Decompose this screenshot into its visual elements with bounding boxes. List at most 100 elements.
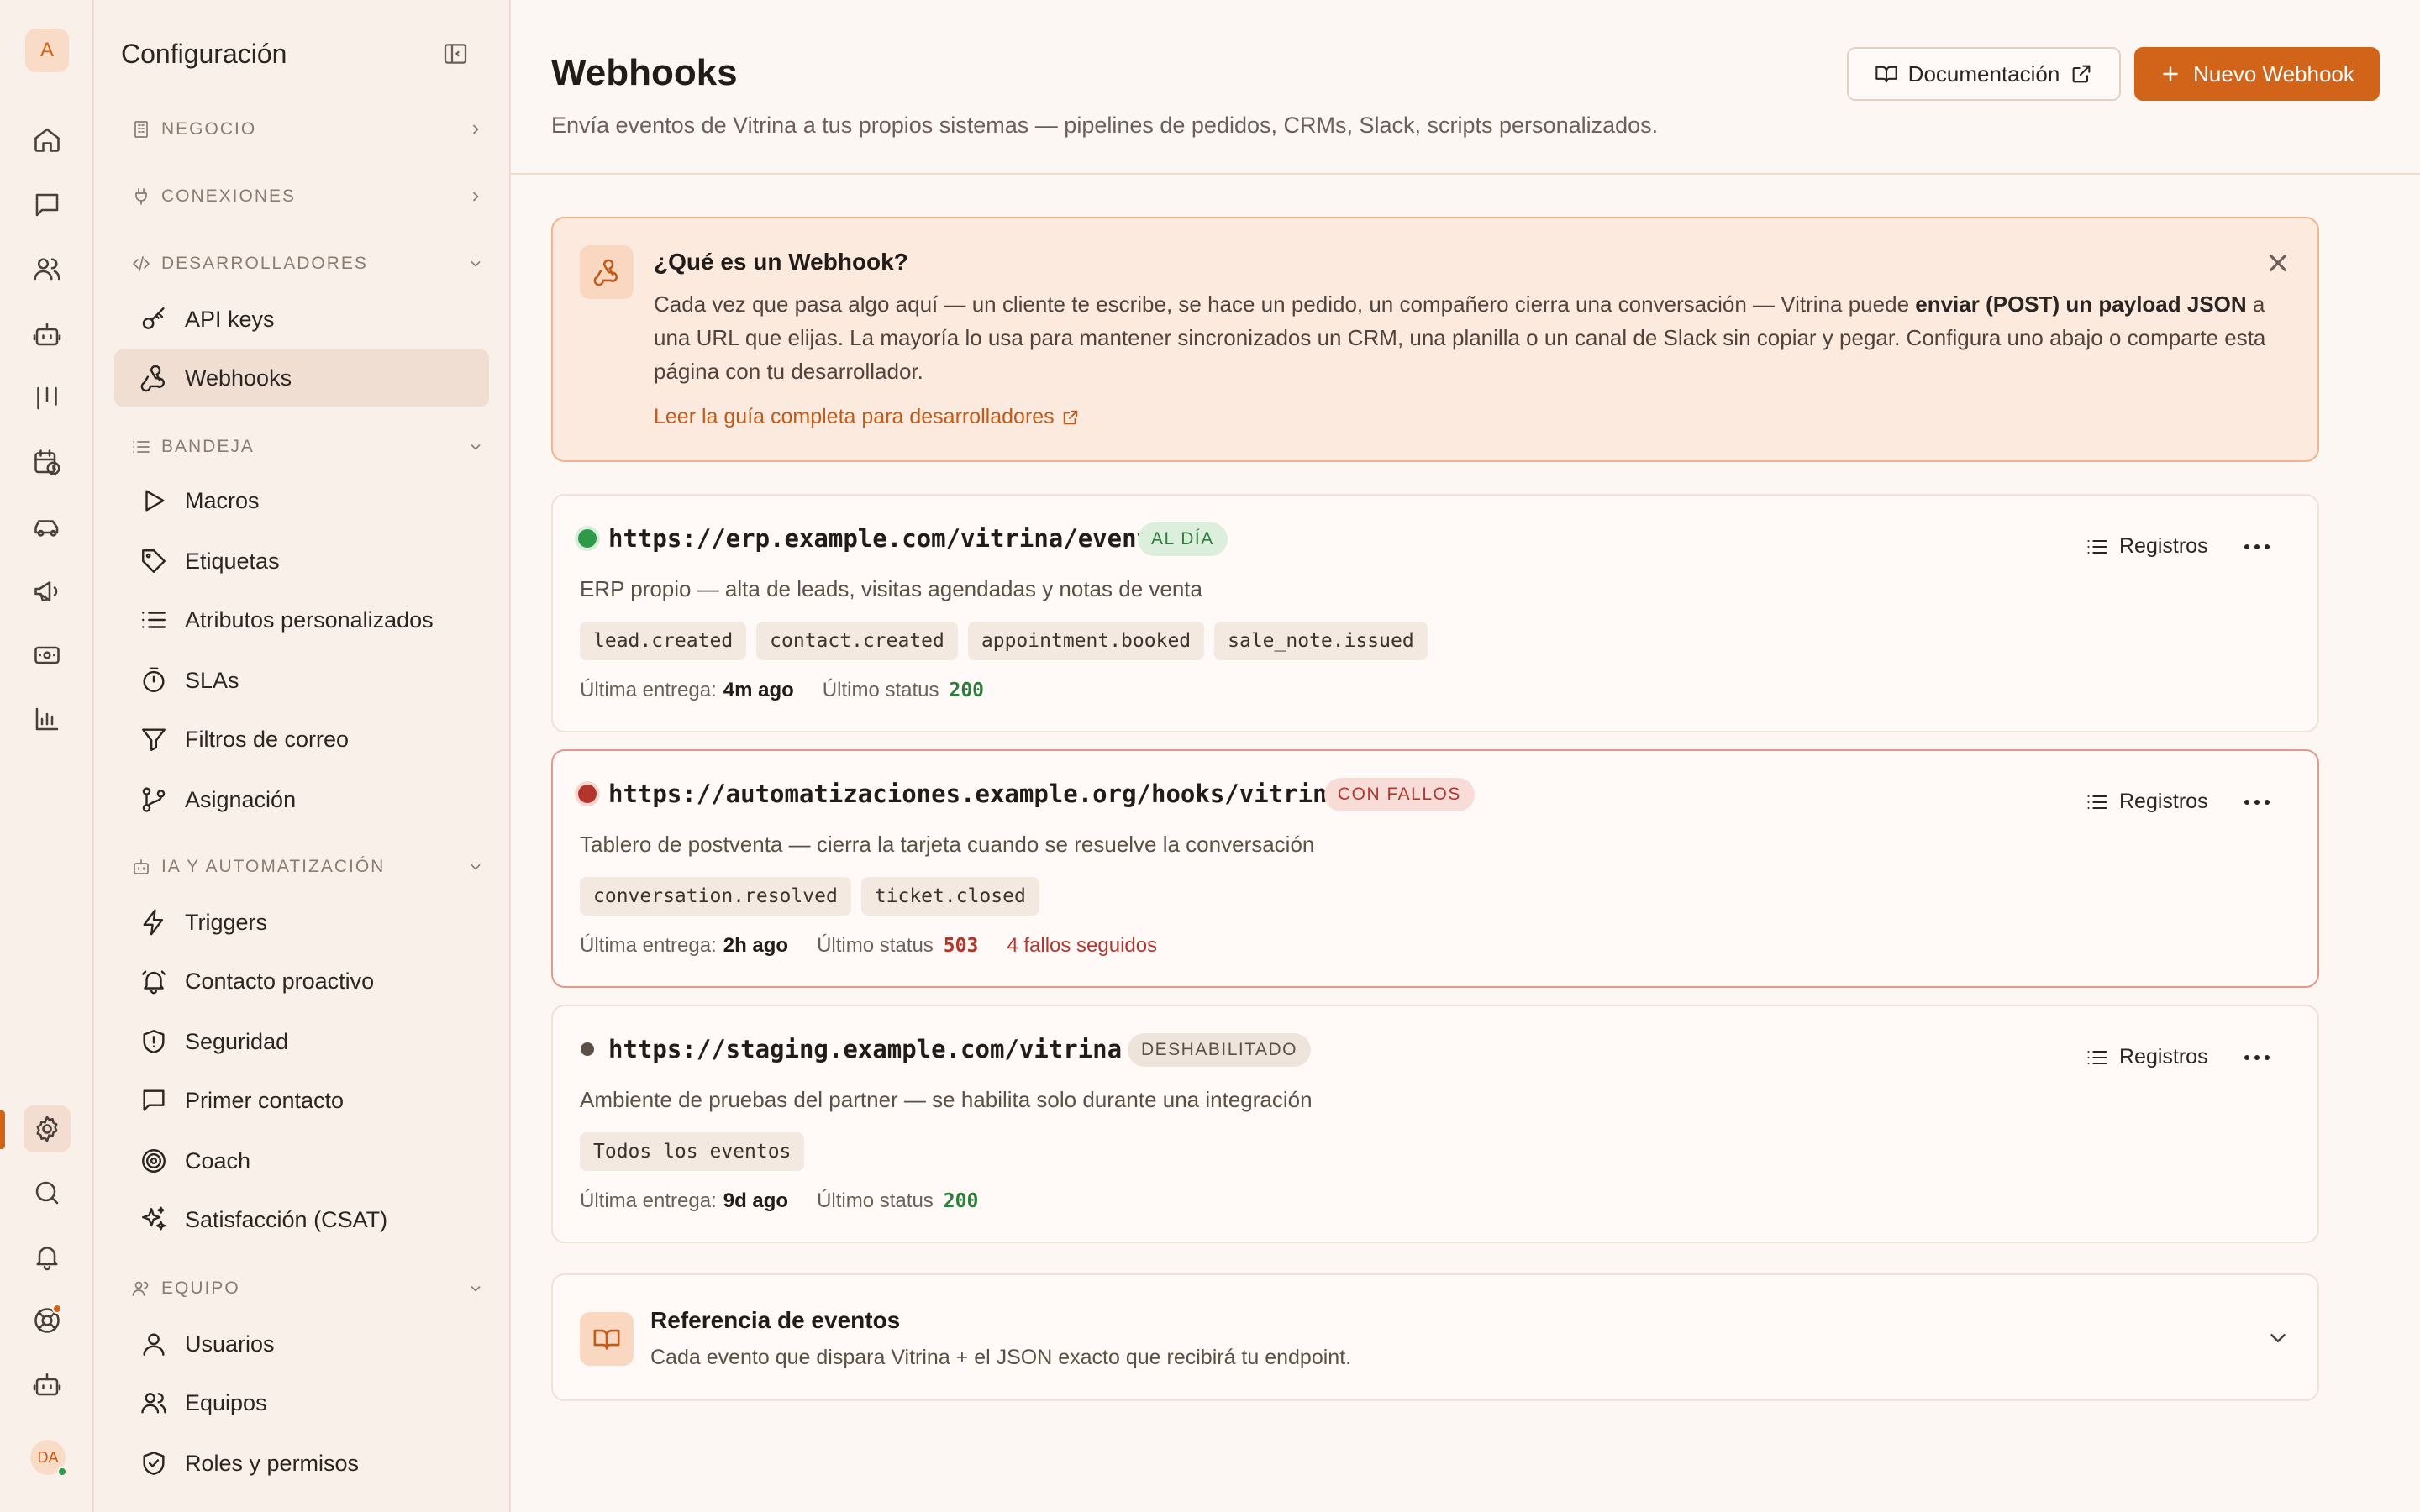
developer-guide-link-label: Leer la guía completa para desarrollador… (654, 405, 1055, 428)
active-indicator (0, 1110, 5, 1149)
logs-button[interactable]: Registros (2086, 1045, 2208, 1069)
reports-chart-icon[interactable] (24, 696, 71, 743)
user-avatar[interactable]: DA (30, 1440, 67, 1477)
search-icon[interactable] (24, 1169, 71, 1216)
webhook-card[interactable]: https://erp.example.com/vitrina/eventos … (551, 494, 2319, 732)
workspace-avatar[interactable]: A (25, 29, 69, 72)
developer-guide-link[interactable]: Leer la guía completa para desarrollador… (654, 405, 1080, 429)
key-icon (142, 307, 165, 329)
sidebar-item-primer-contacto[interactable]: Primer contacto (114, 1072, 489, 1129)
more-options-icon[interactable] (2242, 790, 2272, 815)
section-label: BANDEJA (161, 437, 255, 456)
status-disabled-dot (581, 1042, 594, 1056)
delivery-meta: Última entrega: 4m ago Último status 200 (580, 679, 984, 702)
logs-button-label: Registros (2119, 790, 2208, 813)
sidebar-title: Configuración (121, 39, 287, 69)
section-label: EQUIPO (161, 1278, 240, 1298)
sidebar-item-satisfaccion[interactable]: Satisfacción (CSAT) (114, 1191, 489, 1248)
last-delivery-value: 2h ago (723, 934, 789, 957)
shield-check-icon (143, 1452, 165, 1475)
section-bandeja[interactable]: BANDEJA (131, 430, 484, 464)
event-tag: contact.created (756, 622, 958, 660)
sidebar-item-etiquetas[interactable]: Etiquetas (114, 533, 489, 590)
webhook-url: https://staging.example.com/vitrina (608, 1035, 1123, 1063)
chevron-down-icon[interactable] (2265, 1326, 2291, 1351)
logs-button[interactable]: Registros (2086, 534, 2208, 559)
last-delivery-label: Última entrega: (580, 679, 717, 701)
webhook-url: https://automatizaciones.example.org/hoo… (608, 780, 1342, 808)
webhook-description: ERP propio — alta de leads, visitas agen… (580, 576, 1202, 601)
section-negocio[interactable]: NEGOCIO (131, 113, 484, 146)
status-ok-dot (578, 529, 597, 548)
sidebar-item-triggers[interactable]: Triggers (114, 894, 489, 951)
help-lifebuoy-icon[interactable] (24, 1297, 71, 1344)
sidebar-item-atributos[interactable]: Atributos personalizados (114, 591, 489, 648)
sidebar-item-webhooks[interactable]: Webhooks (114, 349, 489, 407)
info-body-text: Cada vez que pasa algo aquí — un cliente… (654, 291, 1916, 317)
webhook-url: https://erp.example.com/vitrina/eventos (608, 524, 1181, 553)
sidebar-item-slas[interactable]: SLAs (114, 652, 489, 709)
sidebar-item-seguridad[interactable]: Seguridad (114, 1013, 489, 1070)
more-options-icon[interactable] (2242, 534, 2272, 559)
list-icon (2087, 1050, 2107, 1064)
sidebar-item-label: Coach (185, 1147, 251, 1173)
last-status-code: 200 (949, 680, 985, 701)
target-icon (142, 1149, 166, 1173)
close-icon[interactable] (2264, 249, 2292, 277)
sidebar-item-roles[interactable]: Roles y permisos (114, 1435, 489, 1492)
bell-icon[interactable] (24, 1233, 71, 1280)
event-tag: appointment.booked (967, 622, 1205, 660)
sidebar-item-label: Seguridad (185, 1028, 289, 1054)
section-label: NEGOCIO (161, 119, 257, 139)
status-fail-dot (578, 785, 597, 803)
icon-rail: A DA (0, 0, 94, 1512)
event-tags: lead.created contact.created appointment… (580, 622, 1428, 660)
kanban-icon[interactable] (24, 375, 71, 422)
webhook-description: Tablero de postventa — cierra la tarjeta… (580, 832, 1315, 857)
event-reference-panel[interactable]: Referencia de eventos Cada evento que di… (551, 1273, 2319, 1401)
collapse-sidebar-icon[interactable] (442, 40, 469, 67)
webhook-card[interactable]: https://staging.example.com/vitrina DESH… (551, 1005, 2319, 1243)
code-icon (133, 256, 150, 271)
logs-button[interactable]: Registros (2086, 790, 2208, 814)
bot-icon[interactable] (24, 311, 71, 358)
new-webhook-button[interactable]: Nuevo Webhook (2134, 47, 2380, 101)
event-tag: ticket.closed (860, 877, 1039, 916)
last-delivery-label: Última entrega: (580, 934, 717, 957)
calendar-clock-icon[interactable] (24, 438, 71, 486)
plus-icon (2163, 66, 2178, 81)
last-status-label: Último status (822, 679, 939, 701)
ticket-icon[interactable] (24, 632, 71, 679)
sidebar-item-label: Contacto proactivo (185, 968, 375, 994)
section-label: CONEXIONES (161, 186, 297, 206)
sidebar-item-equipos[interactable]: Equipos (114, 1374, 489, 1431)
webhook-description: Ambiente de pruebas del partner — se hab… (580, 1087, 1313, 1112)
sidebar-item-macros[interactable]: Macros (114, 472, 489, 529)
home-icon[interactable] (24, 116, 71, 163)
sidebar-item-api-keys[interactable]: API keys (114, 291, 489, 348)
section-conexiones[interactable]: CONEXIONES (131, 180, 484, 213)
sidebar-item-coach[interactable]: Coach (114, 1132, 489, 1189)
sidebar-item-label: Equipos (185, 1389, 267, 1415)
new-webhook-button-label: Nuevo Webhook (2193, 60, 2354, 87)
sidebar-item-usuarios[interactable]: Usuarios (114, 1315, 489, 1373)
settings-gear-icon[interactable] (24, 1105, 71, 1152)
car-icon[interactable] (24, 504, 71, 551)
documentation-button[interactable]: Documentación (1847, 47, 2121, 101)
megaphone-icon[interactable] (24, 568, 71, 615)
status-badge: DESHABILITADO (1128, 1033, 1311, 1067)
assistant-bot-icon[interactable] (24, 1361, 71, 1408)
section-equipo[interactable]: EQUIPO (131, 1272, 484, 1305)
sidebar-item-filtros[interactable]: Filtros de correo (114, 711, 489, 768)
inbox-chat-icon[interactable] (24, 181, 71, 228)
webhook-card[interactable]: https://automatizaciones.example.org/hoo… (551, 749, 2319, 988)
contacts-icon[interactable] (24, 245, 71, 292)
section-ia-automatizacion[interactable]: IA Y AUTOMATIZACIÓN (131, 850, 484, 884)
settings-sidebar: Configuración NEGOCIO CONEXIONES DESARRO… (94, 0, 511, 1512)
online-status-dot (57, 1467, 67, 1477)
webhook-icon (140, 365, 165, 392)
more-options-icon[interactable] (2242, 1045, 2272, 1070)
sidebar-item-asignacion[interactable]: Asignación (114, 771, 489, 828)
section-desarrolladores[interactable]: DESARROLLADORES (131, 247, 484, 281)
sidebar-item-contacto-proactivo[interactable]: Contacto proactivo (114, 953, 489, 1010)
